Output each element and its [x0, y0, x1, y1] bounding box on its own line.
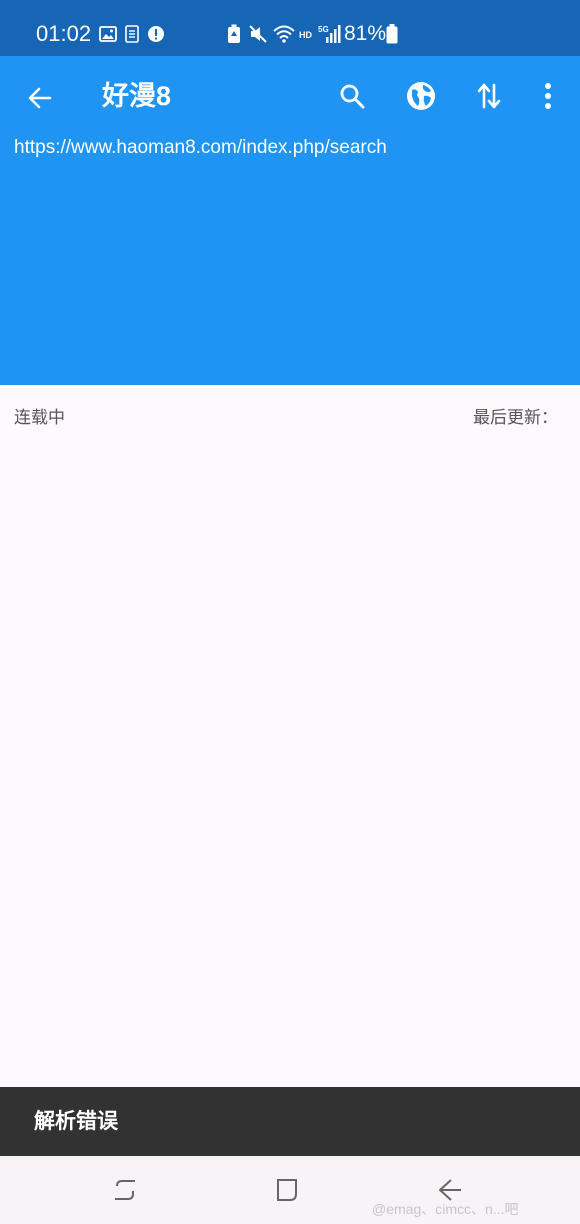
- info-row: 连载中 最后更新：: [0, 385, 580, 451]
- status-bar: 01:02 HD 5G 81%: [0, 0, 580, 56]
- watermark: @emag、cimcc、n...吧: [372, 1201, 519, 1217]
- document-icon: [120, 22, 144, 46]
- app-bar: 好漫8 https://www.haoman8.com/index.php/se…: [0, 56, 580, 385]
- battery-saver-icon: [222, 22, 246, 46]
- home-button[interactable]: [263, 1170, 311, 1210]
- open-in-browser-button[interactable]: [397, 72, 445, 120]
- source-url[interactable]: https://www.haoman8.com/index.php/search: [14, 136, 387, 160]
- snackbar-message: 解析错误: [34, 1110, 118, 1133]
- navigation-bar: @emag、cimcc、n...吧: [0, 1156, 580, 1224]
- more-options-button[interactable]: [524, 72, 572, 120]
- status-time: 01:02: [36, 21, 92, 46]
- arrow-back-icon: [28, 87, 52, 109]
- sort-icon: [477, 83, 501, 109]
- mute-icon: [246, 22, 270, 46]
- chapter-list: [0, 451, 580, 1087]
- sort-button[interactable]: [465, 72, 513, 120]
- wifi-icon: [272, 22, 296, 46]
- more-vertical-icon: [545, 83, 551, 109]
- back-button[interactable]: [16, 74, 64, 122]
- serial-status: 连载中: [14, 408, 65, 427]
- recents-button[interactable]: [101, 1170, 149, 1210]
- alert-icon: [144, 22, 168, 46]
- last-update-label: 最后更新：: [473, 408, 558, 427]
- recents-icon: [115, 1180, 135, 1200]
- snackbar: 解析错误: [0, 1087, 580, 1156]
- globe-icon: [407, 82, 435, 110]
- image-icon: [96, 22, 120, 46]
- home-icon: [277, 1179, 297, 1201]
- battery-percent: 81%: [344, 22, 387, 45]
- app-title: 好漫8: [102, 81, 172, 111]
- hd-5g-signal-icon: HD 5G: [298, 22, 342, 46]
- search-icon: [340, 84, 365, 109]
- battery-icon: [384, 22, 400, 46]
- svg-text:5G: 5G: [318, 25, 329, 34]
- svg-text:HD: HD: [299, 30, 312, 40]
- search-button[interactable]: [328, 72, 376, 120]
